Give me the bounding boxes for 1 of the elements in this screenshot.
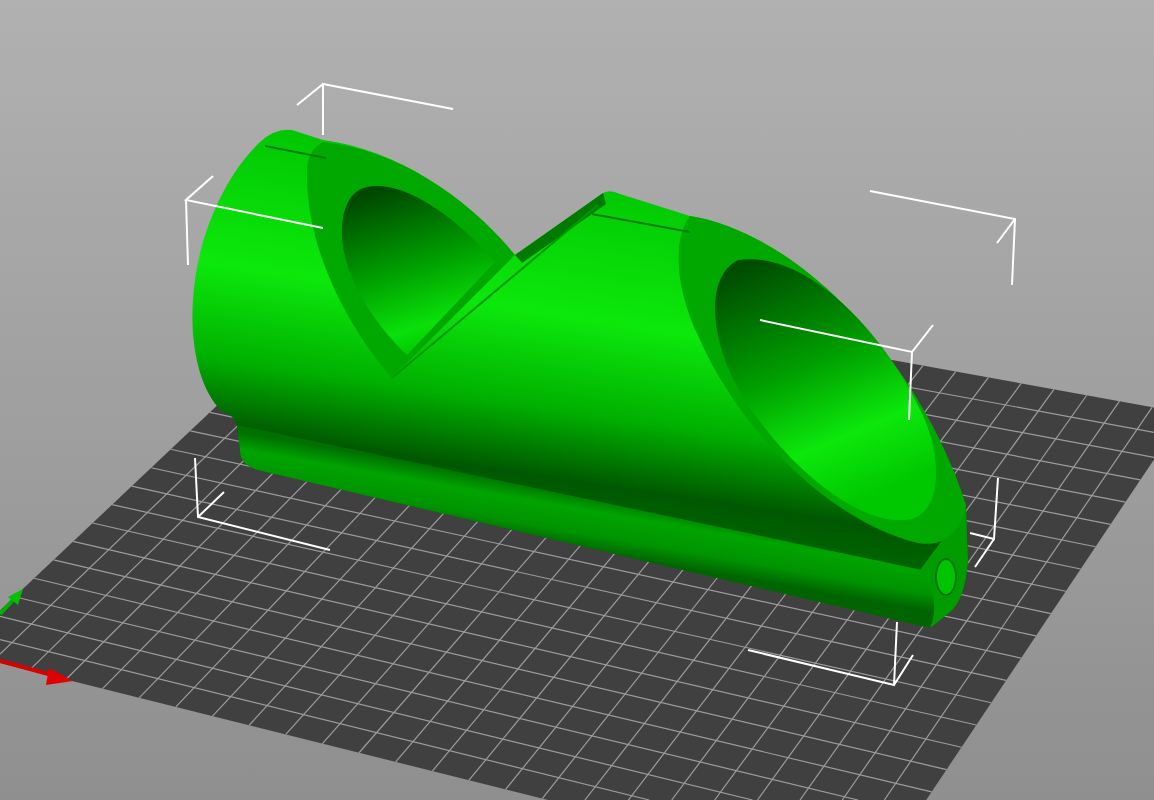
y-axis-arrow: [0, 589, 23, 616]
